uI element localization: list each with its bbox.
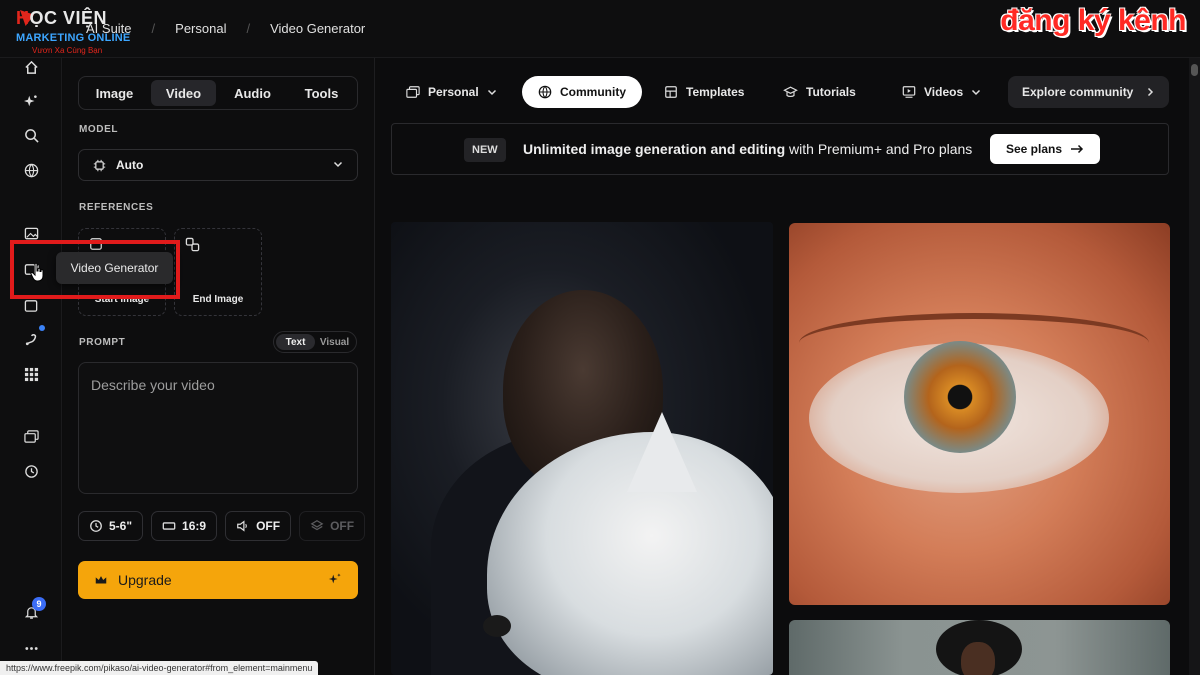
aspect-ratio-icon [162, 522, 176, 530]
upgrade-label: Upgrade [118, 572, 172, 588]
tab-audio[interactable]: Audio [220, 80, 285, 106]
mode-tabs: Image Video Audio Tools [78, 76, 358, 110]
aspect-ratio-value: 16:9 [182, 519, 207, 533]
prompt-label: PROMPT [79, 337, 126, 348]
page-scrollbar[interactable] [1189, 58, 1200, 675]
breadcrumb-video-generator[interactable]: Video Generator [270, 21, 365, 36]
breadcrumb-ai-suite[interactable]: AI Suite [86, 21, 132, 36]
prompt-mode-toggle: Text Visual [273, 331, 357, 353]
tab-video[interactable]: Video [151, 80, 216, 106]
chip-icon [93, 159, 106, 172]
arrow-right-icon [1071, 144, 1084, 154]
image-shape [483, 615, 511, 637]
promo-banner: NEW Unlimited image generation and editi… [391, 123, 1169, 175]
see-plans-button[interactable]: See plans [990, 134, 1101, 164]
prompt-mode-visual[interactable]: Visual [315, 334, 354, 350]
monitor-play-icon [902, 86, 916, 98]
home-icon[interactable] [22, 58, 40, 76]
layers-icon [310, 520, 324, 531]
audio-value: OFF [256, 519, 281, 533]
promo-message: Unlimited image generation and editing w… [523, 141, 973, 157]
audio-option[interactable]: OFF [225, 511, 292, 541]
add-image-icon [185, 237, 200, 255]
speaker-icon [237, 520, 247, 532]
upgrade-button[interactable]: Upgrade [78, 561, 358, 599]
gallery-image-portrait[interactable] [789, 620, 1170, 675]
prompt-input[interactable]: Describe your video [78, 362, 358, 494]
tab-community[interactable]: Community [522, 76, 642, 108]
chevron-right-icon [1147, 87, 1154, 97]
gallery-image-woman-wolf[interactable] [391, 222, 773, 675]
model-label: MODEL [79, 124, 119, 135]
chevron-down-icon [487, 89, 496, 96]
explore-community-button[interactable]: Explore community [1008, 76, 1169, 108]
gallery-image-eye[interactable] [789, 223, 1170, 605]
more-icon[interactable] [22, 639, 40, 657]
gallery-icon[interactable] [22, 427, 40, 445]
sparkle-icon[interactable] [22, 92, 40, 110]
main-content: Personal Community Templates Tutorials V… [376, 58, 1188, 675]
new-badge: NEW [464, 138, 506, 162]
image-shape [799, 313, 1149, 373]
duration-value: 5-6" [109, 519, 133, 533]
notification-badge: 9 [32, 597, 46, 611]
videos-dropdown[interactable]: Videos [902, 76, 981, 108]
search-icon[interactable] [22, 126, 40, 144]
pen-icon[interactable] [22, 330, 40, 348]
breadcrumb-separator: / [246, 21, 251, 36]
tab-templates[interactable]: Templates [664, 76, 744, 108]
apps-grid-icon[interactable] [22, 365, 40, 383]
end-image-slot[interactable]: End Image [174, 228, 262, 316]
content-nav: Personal Community Templates Tutorials V… [376, 76, 1188, 108]
tab-image[interactable]: Image [82, 80, 147, 106]
cursor-hand-icon [30, 262, 46, 287]
aspect-ratio-option[interactable]: 16:9 [151, 511, 218, 541]
references-label: REFERENCES [79, 202, 154, 213]
personal-dropdown[interactable]: Personal [406, 76, 497, 108]
channel-watermark: đăng ký kênh [1000, 4, 1186, 37]
templates-icon [665, 86, 677, 98]
chevron-down-icon [333, 159, 343, 172]
top-bar: HỌC VIỆN MARKETING ONLINE Vươn Xa Cùng B… [0, 0, 1200, 58]
graduation-cap-icon [783, 86, 798, 98]
model-select[interactable]: Auto [78, 149, 358, 181]
breadcrumb: AI Suite / Personal / Video Generator [86, 21, 365, 36]
globe-icon[interactable] [22, 161, 40, 179]
tab-tools[interactable]: Tools [289, 80, 354, 106]
layers-option[interactable]: OFF [299, 511, 366, 541]
generator-panel: Image Video Audio Tools MODEL Auto REFER… [63, 58, 375, 675]
status-bar-url: https://www.freepik.com/pikaso/ai-video-… [0, 661, 319, 675]
layers-value: OFF [330, 519, 355, 533]
chevron-down-icon [972, 89, 981, 96]
breadcrumb-separator: / [151, 21, 156, 36]
logo-line3: Vươn Xa Cùng Bạn [32, 46, 103, 55]
video-options: 5-6" 16:9 OFF OFF [78, 511, 366, 541]
breadcrumb-personal[interactable]: Personal [175, 21, 226, 36]
end-image-label: End Image [192, 294, 244, 305]
left-rail: 9 [0, 58, 62, 675]
image-shape [961, 642, 995, 675]
history-icon[interactable] [22, 462, 40, 480]
duration-option[interactable]: 5-6" [78, 511, 144, 541]
tab-tutorials[interactable]: Tutorials [783, 76, 856, 108]
sparkle-icon [328, 572, 342, 589]
gallery-icon [406, 86, 420, 98]
globe-icon [538, 85, 552, 99]
prompt-mode-text[interactable]: Text [276, 334, 315, 350]
crown-icon [95, 576, 107, 584]
scrollbar-thumb[interactable] [1191, 64, 1198, 76]
model-value: Auto [116, 158, 144, 172]
clock-icon [90, 520, 102, 532]
